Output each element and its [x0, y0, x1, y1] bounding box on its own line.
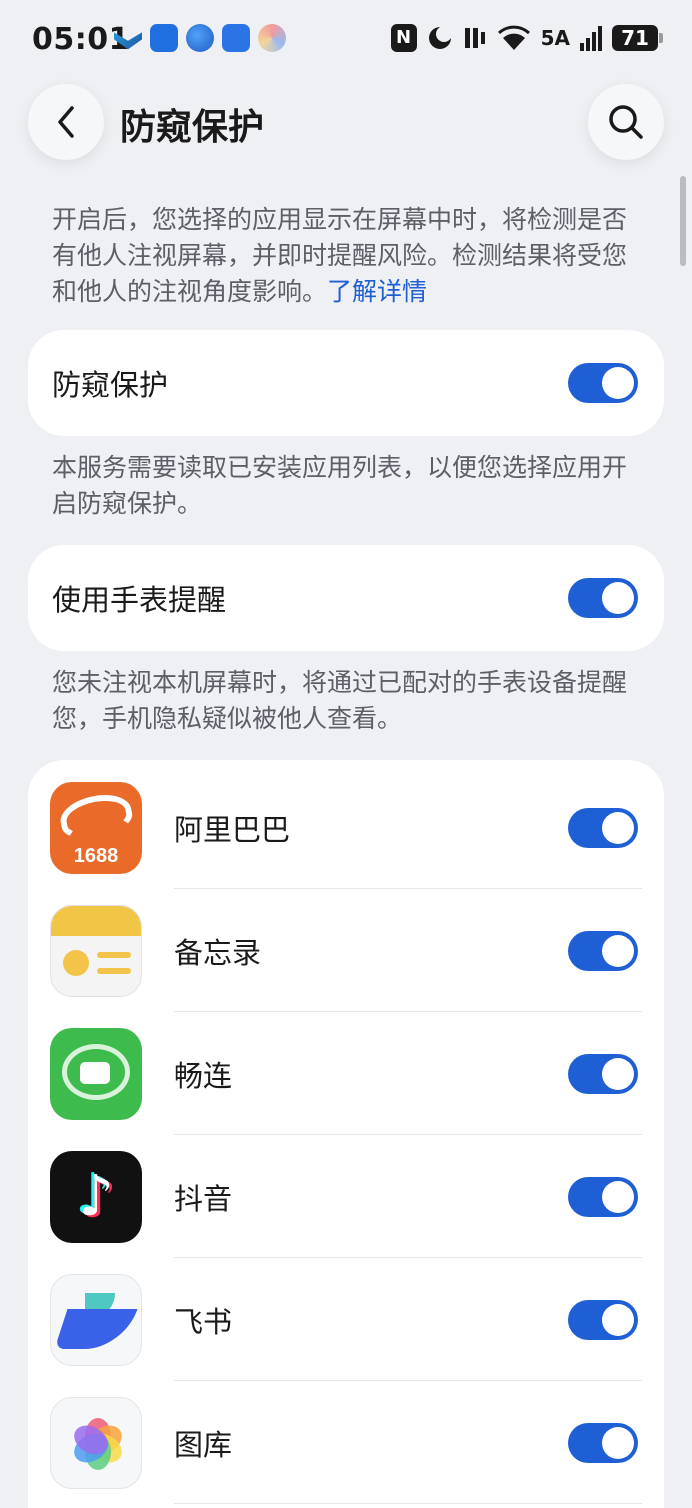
toggle-knob [602, 1303, 634, 1336]
battery-level: 71 [621, 26, 649, 50]
app-name: 备忘录 [174, 935, 262, 970]
app-name: 阿里巴巴 [174, 812, 291, 847]
app-toggle[interactable] [568, 1176, 638, 1217]
privacy-protection-label: 防窥保护 [52, 368, 169, 402]
app-toggle[interactable] [568, 930, 638, 971]
list-item[interactable]: 1688 阿里巴巴 [28, 766, 664, 889]
hint-bulb-icon [150, 24, 178, 52]
settings-page: 05:01 N 5A 71 防窥保护 开启后，您选择的应用显示在屏幕中时，将检测… [0, 0, 692, 1508]
privacy-protection-card: 防窥保护 [28, 330, 664, 436]
app-list-card: 1688 阿里巴巴 备忘录 畅连 ♪ 抖音 飞书 图库 [28, 760, 664, 1508]
chevron-left-icon [58, 106, 74, 138]
watch-note: 您未注视本机屏幕时，将通过已配对的手表设备提醒您，手机隐私疑似被他人查看。 [52, 668, 628, 733]
app-toggle[interactable] [568, 807, 638, 848]
do-not-disturb-icon [428, 26, 452, 49]
nfc-icon: N [390, 24, 417, 52]
watch-reminder-toggle[interactable] [568, 578, 638, 618]
page-title: 防窥保护 [120, 107, 265, 148]
privacy-note: 本服务需要读取已安装应用列表，以便您选择应用开启防窥保护。 [52, 453, 628, 518]
search-button[interactable] [588, 84, 664, 160]
toggle-knob [602, 367, 634, 399]
app-notification-icon [114, 32, 142, 50]
toggle-knob [602, 1426, 634, 1459]
notepad-icon [50, 904, 142, 997]
vibrate-icon [464, 28, 485, 48]
list-item[interactable]: 图库 [28, 1381, 664, 1504]
list-item[interactable]: 飞书 [28, 1258, 664, 1381]
feishu-icon [50, 1273, 142, 1366]
search-icon [609, 105, 643, 139]
app-toggle[interactable] [568, 1422, 638, 1463]
toggle-knob [602, 811, 634, 844]
network-type: 5A [540, 26, 570, 50]
privacy-protection-row[interactable]: 防窥保护 [28, 330, 664, 436]
douyin-icon: ♪ [50, 1150, 142, 1243]
app-name: 畅连 [174, 1058, 233, 1093]
notification-icons [114, 24, 286, 52]
toggle-knob [602, 582, 634, 614]
learn-more-link[interactable]: 了解详情 [327, 277, 427, 306]
intro-description: 开启后，您选择的应用显示在屏幕中时，将检测是否有他人注视屏幕，并即时提醒风险。检… [52, 202, 646, 310]
wifi-icon [497, 25, 530, 50]
watch-reminder-label: 使用手表提醒 [52, 583, 227, 617]
alibaba-1688-icon: 1688 [50, 781, 142, 874]
watch-reminder-card: 使用手表提醒 [28, 545, 664, 651]
toggle-knob [602, 1180, 634, 1213]
status-bar: 05:01 N 5A 71 [0, 0, 692, 80]
divider [174, 1503, 642, 1504]
assistant-icon [258, 24, 286, 52]
signal-icon [580, 25, 602, 51]
back-button[interactable] [28, 84, 104, 160]
battery-icon: 71 [612, 25, 663, 51]
list-item[interactable]: 备忘录 [28, 889, 664, 1012]
app-name: 抖音 [174, 1181, 233, 1216]
toggle-knob [602, 934, 634, 967]
list-item[interactable]: ♪ 抖音 [28, 1135, 664, 1258]
watch-reminder-row[interactable]: 使用手表提醒 [28, 545, 664, 651]
cloud-icon [222, 24, 250, 52]
app-name: 飞书 [174, 1304, 233, 1339]
list-item[interactable]: 畅连 [28, 1012, 664, 1135]
app-toggle[interactable] [568, 1299, 638, 1340]
app-name: 图库 [174, 1427, 233, 1462]
system-icons: N 5A 71 [390, 24, 663, 52]
scrollbar-thumb[interactable] [680, 176, 686, 266]
toggle-knob [602, 1057, 634, 1090]
app-toggle[interactable] [568, 1053, 638, 1094]
browser-icon [186, 24, 214, 52]
meetime-icon [50, 1027, 142, 1120]
gallery-icon [50, 1396, 142, 1489]
privacy-protection-toggle[interactable] [568, 363, 638, 403]
